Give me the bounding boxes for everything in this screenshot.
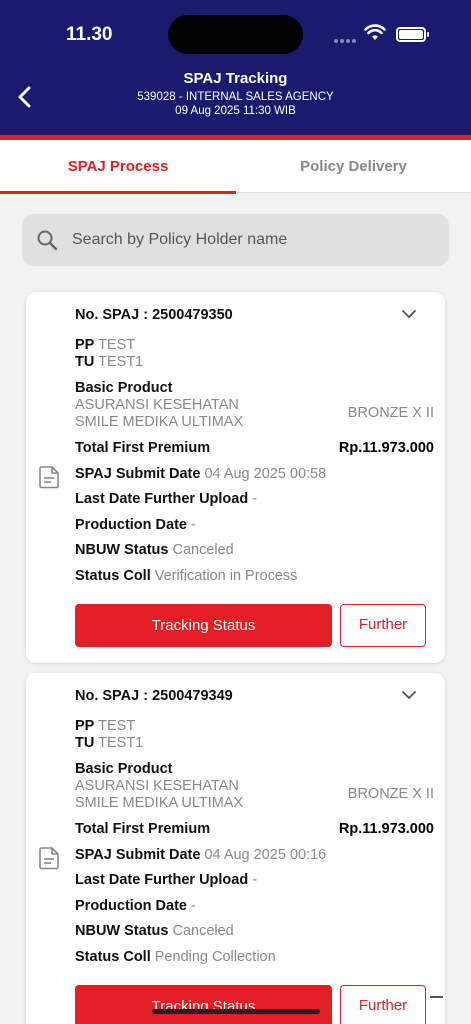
pp-row: PP TEST <box>75 718 136 734</box>
production-date-row: Production Date - <box>75 517 196 533</box>
submit-date-value: 04 Aug 2025 00:16 <box>204 847 327 863</box>
nbuw-status-value: Canceled <box>172 923 234 939</box>
premium-value: Rp.11.973.000 <box>338 440 434 456</box>
product-plan: BRONZE X II <box>347 405 434 421</box>
battery-icon <box>396 27 429 42</box>
agency-subtitle: 539028 - INTERNAL SALES AGENCY <box>137 91 334 103</box>
document-icon <box>39 847 59 870</box>
status-coll-row: Status Coll Verification in Process <box>75 568 298 584</box>
product-line-1: ASURANSI KESEHATAN <box>75 778 239 794</box>
search-icon <box>37 230 58 251</box>
total-first-premium-label: Total First Premium <box>75 821 211 837</box>
tab-bar: SPAJ Process Policy Delivery <box>0 140 471 194</box>
nbuw-status-value: Canceled <box>172 542 234 558</box>
submit-date-row: SPAJ Submit Date 04 Aug 2025 00:16 <box>75 847 327 863</box>
status-coll-value: Pending Collection <box>154 949 276 965</box>
tu-value: TEST1 <box>98 354 144 370</box>
tracking-status-button[interactable]: Tracking Status <box>75 985 332 1024</box>
total-first-premium-label: Total First Premium <box>75 440 211 456</box>
premium-value: Rp.11.973.000 <box>338 821 434 837</box>
status-coll-value: Verification in Process <box>154 568 298 584</box>
tu-row: TU TEST1 <box>75 735 144 751</box>
signal-icon <box>334 30 358 43</box>
basic-product-label: Basic Product <box>75 380 173 396</box>
product-line-2: SMILE MEDIKA ULTIMAX <box>75 414 244 430</box>
further-button[interactable]: Further <box>340 604 426 647</box>
further-upload-row: Last Date Further Upload - <box>75 872 258 888</box>
spaj-card[interactable]: No. SPAJ : 2500479349 PP TEST TU TEST1 B… <box>26 673 445 1024</box>
home-indicator[interactable] <box>152 1009 320 1014</box>
scroll-indicator <box>430 996 443 998</box>
search-bar <box>22 214 449 266</box>
tab-policy-delivery[interactable]: Policy Delivery <box>236 140 471 193</box>
status-coll-row: Status Coll Pending Collection <box>75 949 276 965</box>
page-title: SPAJ Tracking <box>183 70 288 87</box>
further-button[interactable]: Further <box>340 985 426 1024</box>
dynamic-island <box>168 15 303 54</box>
product-plan: BRONZE X II <box>347 786 434 802</box>
further-upload-row: Last Date Further Upload - <box>75 491 258 507</box>
document-icon <box>39 466 59 489</box>
production-date-row: Production Date - <box>75 898 196 914</box>
search-input[interactable] <box>72 214 432 266</box>
tracking-status-button[interactable]: Tracking Status <box>75 604 332 647</box>
app-header: 11.30 SPAJ Tracking 539028 - INTERNAL SA… <box>0 0 471 135</box>
product-line-2: SMILE MEDIKA ULTIMAX <box>75 795 244 811</box>
pp-row: PP TEST <box>75 337 136 353</box>
nbuw-status-row: NBUW Status Canceled <box>75 542 234 558</box>
chevron-down-icon[interactable] <box>400 689 418 701</box>
tu-value: TEST1 <box>98 735 144 751</box>
spaj-number: No. SPAJ : 2500479350 <box>75 307 233 323</box>
status-time: 11.30 <box>66 24 113 45</box>
tab-spaj-process[interactable]: SPAJ Process <box>0 140 236 194</box>
header-date: 09 Aug 2025 11:30 WIB <box>175 105 296 117</box>
basic-product-label: Basic Product <box>75 761 173 777</box>
nbuw-status-row: NBUW Status Canceled <box>75 923 234 939</box>
pp-value: TEST <box>98 718 136 734</box>
tu-row: TU TEST1 <box>75 354 144 370</box>
product-line-1: ASURANSI KESEHATAN <box>75 397 239 413</box>
spaj-number: No. SPAJ : 2500479349 <box>75 688 233 704</box>
pp-value: TEST <box>98 337 136 353</box>
wifi-icon <box>364 24 386 40</box>
chevron-down-icon[interactable] <box>400 308 418 320</box>
spaj-card[interactable]: No. SPAJ : 2500479350 PP TEST TU TEST1 B… <box>26 292 445 663</box>
submit-date-value: 04 Aug 2025 00:58 <box>204 466 327 482</box>
submit-date-row: SPAJ Submit Date 04 Aug 2025 00:58 <box>75 466 327 482</box>
